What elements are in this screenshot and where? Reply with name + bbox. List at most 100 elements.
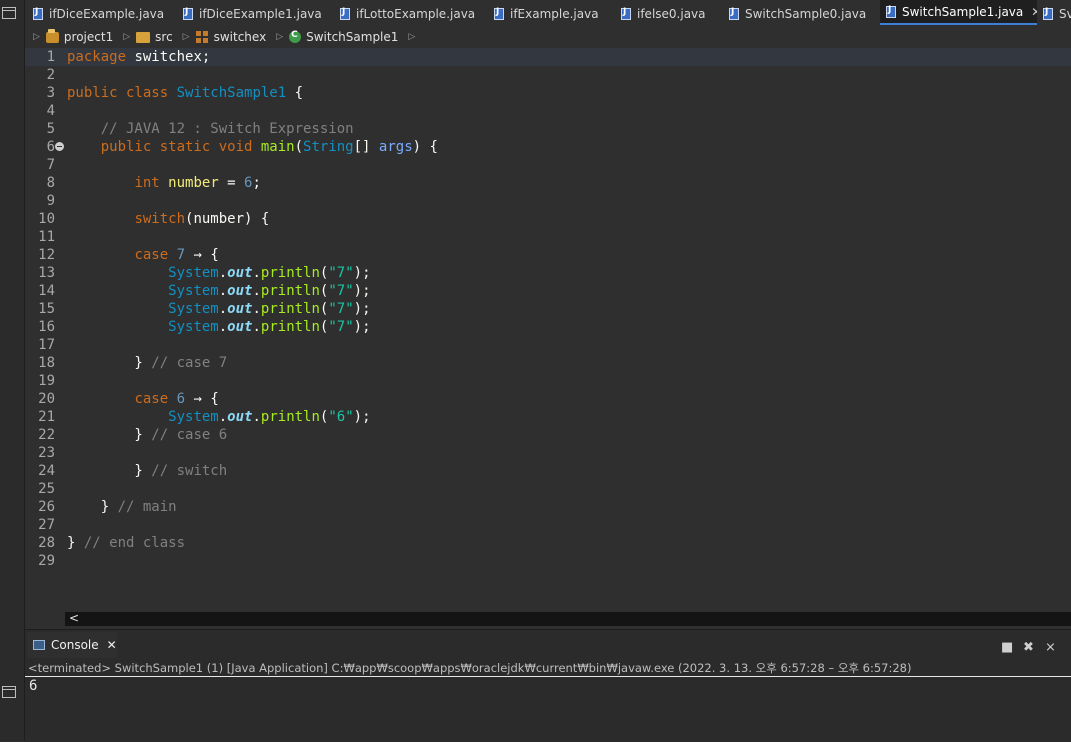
line-number: 4 [46,103,55,119]
code-line-26[interactable]: 26 } // main [25,498,1071,516]
code-line-10[interactable]: 10 switch(number) { [25,210,1071,228]
horizontal-scrollbar[interactable]: < [65,611,1071,626]
restore-icon[interactable] [2,686,16,698]
line-number: 19 [38,373,55,389]
code-line-27[interactable]: 27 [25,516,1071,534]
breadcrumb: ▷ project1 ▷ src ▷ switchex ▷ SwitchSamp… [25,27,1071,47]
java-file-icon [494,7,504,20]
code-line-16[interactable]: 16 System.out.println("7"); [25,318,1071,336]
java-file-icon [886,5,896,18]
code-line-15[interactable]: 15 System.out.println("7"); [25,300,1071,318]
line-number: 13 [38,265,55,281]
close-icon[interactable]: ✕ [1031,5,1037,19]
restore-icon[interactable] [2,7,16,19]
console-tab-label: Console [51,638,99,652]
console-divider [25,676,1071,677]
code-line-9[interactable]: 9 [25,192,1071,210]
breadcrumb-arrow-icon: ▷ [182,32,190,42]
code-line-24[interactable]: 24 } // switch [25,462,1071,480]
code-text: case 7 → { [134,247,219,263]
tab-ifelse0[interactable]: ifelse0.java [621,0,721,27]
code-line-8[interactable]: 8 int number = 6; [25,174,1071,192]
tab-overflow[interactable]: Sv [1043,0,1071,27]
line-number: 14 [38,283,55,299]
collapse-icon[interactable] [55,142,64,151]
line-number: 7 [46,157,55,173]
code-line-5[interactable]: 5 // JAVA 12 : Switch Expression [25,120,1071,138]
project-icon [45,28,59,43]
code-line-3[interactable]: 3 public class SwitchSample1 { [25,84,1071,102]
console-output[interactable]: 6 [29,678,37,694]
code-line-12[interactable]: 12 case 7 → { [25,246,1071,264]
code-line-23[interactable]: 23 [25,444,1071,462]
code-text: System.out.println("6"); [168,409,371,425]
breadcrumb-package[interactable]: switchex [195,30,266,44]
remove-launch-icon[interactable]: ✖ [1023,640,1034,655]
code-line-17[interactable]: 17 [25,336,1071,354]
java-file-icon [729,7,739,20]
console-status: <terminated> SwitchSample1 (1) [Java App… [28,661,912,675]
code-line-29[interactable]: 29 [25,552,1071,570]
line-number: 16 [38,319,55,335]
code-line-6[interactable]: 6 public static void main(String[] args)… [25,138,1071,156]
tab-ifexample[interactable]: ifExample.java [494,0,614,27]
tab-label: ifelse0.java [637,6,706,21]
code-line-21[interactable]: 21 System.out.println("6"); [25,408,1071,426]
scroll-left-icon[interactable]: < [69,611,79,625]
code-line-2[interactable]: 2 [25,66,1071,84]
tab-label: ifDiceExample1.java [199,6,322,21]
breadcrumb-project[interactable]: project1 [45,28,113,44]
tab-iflottoexample[interactable]: ifLottoExample.java [340,0,485,27]
tab-ifdiceexample1[interactable]: ifDiceExample1.java [183,0,333,27]
code-line-11[interactable]: 11 [25,228,1071,246]
line-number: 9 [46,193,55,209]
line-number: 26 [38,499,55,515]
line-number: 29 [38,553,55,569]
java-file-icon [340,7,350,20]
code-editor[interactable]: 1 package switchex; 2 3 public class Switc… [25,47,1071,612]
code-line-7[interactable]: 7 [25,156,1071,174]
line-number: 24 [38,463,55,479]
code-text: public static void main(String[] args) { [100,139,438,155]
tab-console[interactable]: Console ✕ [27,632,117,658]
line-number: 18 [38,355,55,371]
tab-switchsample0[interactable]: SwitchSample0.java [729,0,877,27]
package-icon [195,31,208,43]
code-line-1[interactable]: 1 package switchex; [25,48,1071,66]
breadcrumb-arrow-icon: ▷ [33,32,40,42]
code-text: package switchex; [67,49,211,65]
tab-switchsample1[interactable]: SwitchSample1.java ✕ [880,0,1037,25]
breadcrumb-label: SwitchSample1 [306,30,399,44]
tab-label: ifDiceExample.java [49,6,165,21]
left-side-strip [0,0,25,741]
close-icon[interactable]: ✕ [107,638,117,652]
java-file-icon [621,7,631,20]
code-text: System.out.println("7"); [168,283,371,299]
breadcrumb-label: src [155,30,173,44]
code-line-25[interactable]: 25 [25,480,1071,498]
line-number: 2 [46,67,55,83]
code-line-13[interactable]: 13 System.out.println("7"); [25,264,1071,282]
tab-ifdiceexample[interactable]: ifDiceExample.java [33,0,178,27]
code-text: case 6 → { [134,391,219,407]
code-line-18[interactable]: 18 } // case 7 [25,354,1071,372]
breadcrumb-src[interactable]: src [136,30,173,44]
code-text: System.out.println("7"); [168,319,371,335]
code-line-28[interactable]: 28} // end class [25,534,1071,552]
code-line-20[interactable]: 20 case 6 → { [25,390,1071,408]
java-file-icon [1043,7,1053,20]
line-number: 12 [38,247,55,263]
code-line-22[interactable]: 22 } // case 6 [25,426,1071,444]
code-line-14[interactable]: 14 System.out.println("7"); [25,282,1071,300]
line-number: 25 [38,481,55,497]
tab-label: ifLottoExample.java [356,6,476,21]
terminate-icon[interactable]: ■ [1001,640,1013,655]
line-number: 21 [38,409,55,425]
code-line-19[interactable]: 19 [25,372,1071,390]
code-line-4[interactable]: 4 [25,102,1071,120]
code-text: } // switch [67,463,228,479]
line-number: 15 [38,301,55,317]
remove-all-terminated-icon[interactable]: ⨯ [1045,640,1056,655]
editor-tab-bar: ifDiceExample.java ifDiceExample1.java i… [25,0,1071,28]
breadcrumb-class[interactable]: SwitchSample1 [289,30,398,44]
